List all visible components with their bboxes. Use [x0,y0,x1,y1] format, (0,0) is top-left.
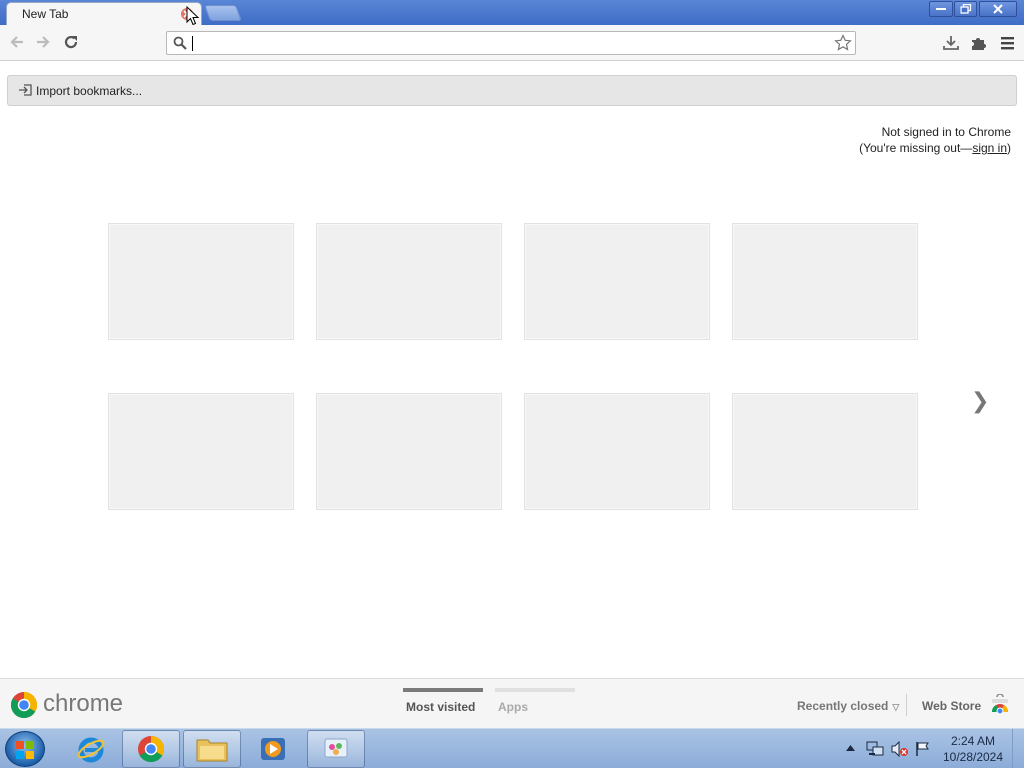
taskbar-chrome[interactable] [122,730,180,768]
chrome-wordmark: chrome [43,690,124,717]
internet-explorer-icon [77,737,105,763]
import-bookmarks-bar: Import bookmarks... [7,75,1017,106]
close-window-button[interactable] [979,1,1017,17]
omnibox[interactable] [166,31,856,55]
media-player-icon [261,738,285,760]
bookmark-star-icon[interactable] [834,34,852,52]
tab-indicator-selected [403,688,483,692]
title-bar: New Tab [0,0,1024,26]
back-arrow-icon [10,36,23,48]
search-icon [173,36,187,50]
chrome-logo-icon [10,691,38,719]
tab-indicator [495,688,575,692]
web-store-icon[interactable] [989,694,1011,716]
most-visited-tile[interactable] [732,223,918,340]
chrome-icon [138,735,165,763]
most-visited-tile[interactable] [316,393,502,510]
start-button[interactable] [5,731,45,767]
import-bookmarks-link[interactable]: Import bookmarks... [36,84,142,98]
most-visited-tile[interactable] [108,223,294,340]
most-visited-tile[interactable] [524,223,710,340]
text-caret [192,36,193,51]
recently-closed-menu[interactable]: Recently closed ▽ [797,699,899,713]
minimize-button[interactable] [929,1,953,17]
reload-icon [64,35,78,49]
download-icon[interactable] [942,34,960,52]
dropdown-arrow-icon: ▽ [892,702,900,712]
reload-button[interactable] [61,32,81,52]
signin-status: Not signed in to Chrome [881,125,1011,139]
most-visited-tile[interactable] [108,393,294,510]
import-icon [19,84,32,96]
taskbar-clock[interactable]: 2:24 AM 10/28/2024 [938,733,1008,765]
recently-closed-label: Recently closed [797,699,889,713]
most-visited-tile[interactable] [732,393,918,510]
network-icon[interactable] [866,741,884,757]
ntp-footer: chrome Most visited Apps Recently closed… [0,678,1024,728]
signin-cta-suffix: ) [1007,141,1011,155]
volume-muted-icon[interactable] [891,741,909,757]
action-center-flag-icon[interactable] [915,741,931,757]
tab-apps-label: Apps [498,700,528,714]
taskbar-media-player[interactable] [244,730,302,768]
tab-new-tab[interactable]: New Tab [6,2,202,26]
restore-button[interactable] [954,1,977,17]
toolbar [0,25,1024,61]
mouse-cursor-icon [186,6,200,26]
most-visited-tile[interactable] [316,223,502,340]
folder-icon [196,739,228,762]
footer-divider [906,694,907,716]
show-hidden-icons-icon[interactable] [846,745,855,751]
omnibox-input[interactable] [191,34,831,52]
signin-promo: Not signed in to Chrome (You're missing … [859,124,1011,156]
taskbar-file-explorer[interactable] [183,730,241,768]
taskbar-paint[interactable] [307,730,365,768]
new-tab-button[interactable] [204,5,242,21]
signin-cta-line: (You're missing out—sign in) [859,140,1011,156]
show-desktop-button[interactable] [1012,729,1024,768]
web-store-link[interactable]: Web Store [922,699,981,713]
tab-title: New Tab [22,7,69,21]
signin-cta-prefix: (You're missing out— [859,141,973,155]
sign-in-link[interactable]: sign in [972,141,1007,155]
most-visited-tile[interactable] [524,393,710,510]
back-button[interactable] [7,32,27,52]
menu-icon[interactable] [999,34,1017,52]
next-page-chevron-icon[interactable]: ❯ [971,389,989,414]
paint-icon [324,738,348,758]
taskbar-internet-explorer[interactable] [62,730,120,768]
clock-date: 10/28/2024 [942,750,1004,764]
windows-logo-icon [16,741,34,759]
windows-taskbar: 2:24 AM 10/28/2024 [0,728,1024,768]
extension-puzzle-icon[interactable] [970,34,988,52]
forward-button[interactable] [33,32,53,52]
tab-most-visited-label: Most visited [406,700,476,714]
clock-time: 2:24 AM [950,734,996,748]
forward-arrow-icon [37,36,50,48]
